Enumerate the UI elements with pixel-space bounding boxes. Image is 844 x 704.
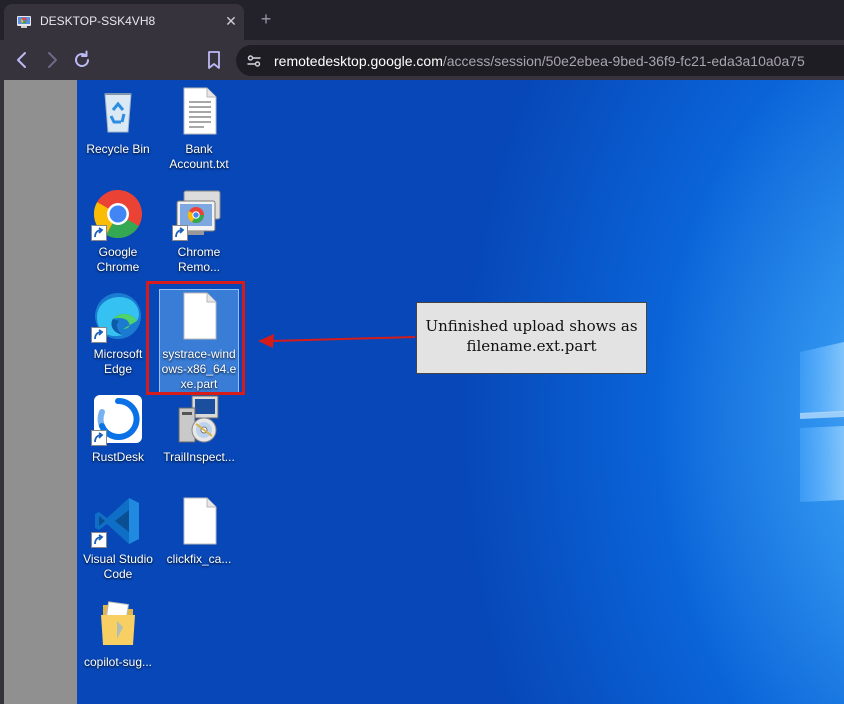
shortcut-arrow-icon: [91, 327, 107, 343]
forward-arrow-icon[interactable]: [40, 48, 64, 72]
chrome-remote-desktop-favicon-icon: [17, 16, 31, 28]
icon-label: copilot-sug...: [83, 655, 153, 669]
url-text: remotedesktop.google.com/access/session/…: [274, 53, 805, 69]
remote-letterbox: [4, 80, 77, 704]
tab-close-icon[interactable]: ✕: [222, 12, 240, 30]
browser-toolbar: remotedesktop.google.com/access/session/…: [0, 40, 844, 80]
desktop-icon-visual-studio-code[interactable]: Visual Studio Code: [78, 496, 158, 582]
icon-label: RustDesk: [91, 450, 144, 464]
site-info-icon[interactable]: [246, 53, 262, 69]
url-path: /access/session/50e2ebea-9bed-36f9-fc21-…: [442, 53, 805, 69]
shortcut-arrow-icon: [172, 225, 188, 241]
desktop-icon-google-chrome[interactable]: Google Chrome: [78, 189, 158, 275]
desktop-icon-rustdesk[interactable]: RustDesk: [78, 394, 158, 465]
annotation-callout: Unfinished upload shows as filename.ext.…: [416, 302, 647, 374]
url-host: remotedesktop.google.com: [274, 53, 443, 69]
icon-label: Bank Account.txt: [169, 142, 229, 171]
desktop-icon-trailinspector[interactable]: TrailInspect...: [159, 394, 239, 465]
tab-strip: DESKTOP-SSK4VH8 ✕ +: [0, 0, 844, 40]
tab-title: DESKTOP-SSK4VH8: [40, 14, 156, 28]
icon-label: Chrome Remo...: [177, 245, 221, 274]
reload-icon[interactable]: [70, 48, 94, 72]
callout-line-2: filename.ext.part: [466, 337, 597, 355]
shortcut-arrow-icon: [91, 532, 107, 548]
recycle-bin-icon: [104, 93, 132, 133]
shortcut-arrow-icon: [91, 430, 107, 446]
icon-label: Recycle Bin: [86, 142, 150, 156]
browser-tab[interactable]: DESKTOP-SSK4VH8 ✕: [4, 4, 244, 40]
icon-label: TrailInspect...: [163, 450, 235, 464]
back-arrow-icon[interactable]: [10, 48, 34, 72]
bookmark-icon[interactable]: [202, 48, 226, 72]
desktop-icon-clickfix-file[interactable]: clickfix_ca...: [159, 496, 239, 567]
icon-label: Google Chrome: [96, 245, 140, 274]
shortcut-arrow-icon: [91, 225, 107, 241]
icon-label: Visual Studio Code: [83, 552, 153, 581]
callout-line-1: Unfinished upload shows as: [425, 317, 638, 335]
installer-icon: [178, 395, 219, 443]
desktop-icon-copilot-folder[interactable]: copilot-sug...: [78, 599, 158, 670]
desktop-icon-chrome-remote-desktop[interactable]: Chrome Remo...: [159, 189, 239, 275]
address-bar[interactable]: remotedesktop.google.com/access/session/…: [236, 45, 844, 76]
desktop-icon-bank-account-txt[interactable]: Bank Account.txt: [159, 86, 239, 172]
folder-icon: [101, 601, 135, 645]
desktop-icon-recycle-bin[interactable]: Recycle Bin: [78, 86, 158, 157]
highlight-box: [146, 281, 245, 395]
text-file-icon: [183, 87, 217, 135]
blank-file-icon: [183, 497, 217, 545]
icon-label: clickfix_ca...: [166, 552, 232, 566]
new-tab-button[interactable]: +: [256, 9, 276, 29]
